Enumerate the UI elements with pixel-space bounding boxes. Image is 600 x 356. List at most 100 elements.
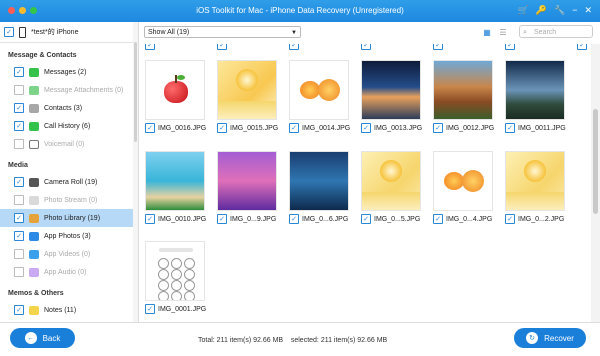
sidebar-item[interactable]: ✓ App Photos (3) bbox=[0, 227, 138, 245]
photo-filename: IMG_0...6.JPG bbox=[302, 215, 349, 223]
sidebar-item-checkbox[interactable]: ✓ bbox=[14, 231, 24, 241]
photo-tile[interactable]: ✓ IMG_0...6.JPG bbox=[289, 151, 349, 224]
sidebar-item-checkbox[interactable]: ✓ bbox=[14, 267, 24, 277]
grid-scroll-thumb[interactable] bbox=[593, 109, 598, 214]
sidebar-item-checkbox[interactable]: ✓ bbox=[14, 213, 24, 223]
device-checkbox[interactable]: ✓ bbox=[4, 27, 14, 37]
sidebar-item-checkbox[interactable]: ✓ bbox=[14, 67, 24, 77]
cart-icon[interactable]: 🛒 bbox=[518, 5, 529, 16]
sidebar-item-label: Notes (11) bbox=[44, 306, 77, 314]
sidebar-item-checkbox[interactable]: ✓ bbox=[14, 305, 24, 315]
sidebar-item-checkbox[interactable]: ✓ bbox=[14, 103, 24, 113]
close-icon[interactable]: ✕ bbox=[584, 5, 592, 16]
photo-thumbnail[interactable] bbox=[433, 151, 493, 211]
photo-filename: IMG_0016.JPG bbox=[158, 124, 207, 132]
photo-checkbox[interactable]: ✓ bbox=[145, 304, 155, 314]
photo-checkbox[interactable]: ✓ bbox=[433, 123, 443, 133]
photo-thumbnail[interactable] bbox=[145, 151, 205, 211]
photo-tile[interactable]: ✓ IMG_0011.JPG bbox=[505, 60, 566, 133]
grid-scrollbar[interactable] bbox=[591, 44, 600, 322]
photo-checkbox[interactable]: ✓ bbox=[361, 123, 371, 133]
photo-tile[interactable]: ✓ IMG_0...2.JPG bbox=[505, 151, 565, 224]
recover-button[interactable]: ↻ Recover bbox=[514, 328, 586, 348]
list-view-icon[interactable]: ☰ bbox=[497, 26, 509, 38]
partial-row-item[interactable]: ✓ bbox=[289, 44, 299, 50]
photo-checkbox[interactable]: ✓ bbox=[361, 44, 371, 50]
photo-checkbox[interactable]: ✓ bbox=[505, 44, 515, 50]
photo-thumbnail[interactable] bbox=[145, 60, 205, 120]
photo-checkbox[interactable]: ✓ bbox=[145, 123, 155, 133]
sidebar-item[interactable]: ✓ Contacts (3) bbox=[0, 99, 138, 117]
sidebar-item[interactable]: ✓ Photo Library (19) bbox=[0, 209, 138, 227]
photo-checkbox[interactable]: ✓ bbox=[145, 44, 155, 50]
filter-dropdown[interactable]: Show All (19) ▼ bbox=[144, 26, 301, 38]
photo-checkbox[interactable]: ✓ bbox=[217, 214, 227, 224]
photo-checkbox[interactable]: ✓ bbox=[505, 214, 515, 224]
recover-icon: ↻ bbox=[526, 332, 539, 344]
sidebar-item-checkbox[interactable]: ✓ bbox=[14, 195, 24, 205]
sidebar-item[interactable]: ✓ App Videos (0) bbox=[0, 245, 138, 263]
photo-tile[interactable]: ✓ IMG_0014.JPG bbox=[289, 60, 350, 133]
sidebar-item[interactable]: ✓ Message Attachments (0) bbox=[0, 81, 138, 99]
photo-tile[interactable]: ✓ IMG_0012.JPG bbox=[433, 60, 494, 133]
wrench-icon[interactable]: 🔧 bbox=[554, 5, 565, 16]
device-row[interactable]: ✓ *test*的 iPhone bbox=[0, 22, 138, 43]
sidebar-item[interactable]: ✓ Call History (6) bbox=[0, 117, 138, 135]
sidebar-item[interactable]: ✓ Camera Roll (19) bbox=[0, 173, 138, 191]
photo-checkbox[interactable]: ✓ bbox=[577, 44, 587, 50]
partial-row-item[interactable]: ✓ bbox=[577, 44, 587, 50]
photo-checkbox[interactable]: ✓ bbox=[145, 214, 155, 224]
photo-checkbox[interactable]: ✓ bbox=[361, 214, 371, 224]
photo-thumbnail[interactable] bbox=[505, 151, 565, 211]
arrow-left-icon: ← bbox=[24, 332, 37, 344]
photo-checkbox[interactable]: ✓ bbox=[505, 123, 515, 133]
photo-tile[interactable]: ✓ IMG_0001.JPG bbox=[145, 241, 207, 314]
photo-thumbnail[interactable] bbox=[217, 60, 277, 120]
photo-thumbnail[interactable] bbox=[289, 60, 349, 120]
photo-tile[interactable]: ✓ IMG_0...4.JPG bbox=[433, 151, 493, 224]
sidebar-item-checkbox[interactable]: ✓ bbox=[14, 139, 24, 149]
sidebar-item-checkbox[interactable]: ✓ bbox=[14, 85, 24, 95]
photo-thumbnail[interactable] bbox=[361, 60, 421, 120]
photo-checkbox[interactable]: ✓ bbox=[217, 123, 227, 133]
photo-tile[interactable]: ✓ IMG_0015.JPG bbox=[217, 60, 278, 133]
photo-tile[interactable]: ✓ IMG_0010.JPG bbox=[145, 151, 206, 224]
photo-checkbox[interactable]: ✓ bbox=[289, 214, 299, 224]
search-input[interactable]: ⌕ Search bbox=[519, 25, 593, 38]
photo-thumbnail[interactable] bbox=[217, 151, 277, 211]
photo-filename: IMG_0001.JPG bbox=[158, 305, 207, 313]
key-icon[interactable]: 🔑 bbox=[536, 5, 547, 16]
sidebar-item-checkbox[interactable]: ✓ bbox=[14, 249, 24, 259]
app-store-icon bbox=[29, 231, 39, 241]
sidebar-item-checkbox[interactable]: ✓ bbox=[14, 121, 24, 131]
partial-row-item[interactable]: ✓ bbox=[433, 44, 443, 50]
photo-checkbox[interactable]: ✓ bbox=[289, 123, 299, 133]
sidebar-item-checkbox[interactable]: ✓ bbox=[14, 177, 24, 187]
partial-row-item[interactable]: ✓ bbox=[217, 44, 227, 50]
photo-checkbox[interactable]: ✓ bbox=[433, 214, 443, 224]
photo-checkbox[interactable]: ✓ bbox=[433, 44, 443, 50]
sidebar-item[interactable]: ✓ Messages (2) bbox=[0, 63, 138, 81]
sidebar-item[interactable]: ✓ Photo Stream (0) bbox=[0, 191, 138, 209]
partial-row-item[interactable]: ✓ bbox=[361, 44, 371, 50]
sidebar-item[interactable]: ✓ Voicemail (0) bbox=[0, 135, 138, 153]
photo-thumbnail[interactable] bbox=[289, 151, 349, 211]
photo-checkbox[interactable]: ✓ bbox=[217, 44, 227, 50]
photo-thumbnail[interactable] bbox=[433, 60, 493, 120]
sidebar-item[interactable]: ✓ App Audio (0) bbox=[0, 263, 138, 281]
photo-thumbnail[interactable] bbox=[361, 151, 421, 211]
back-button[interactable]: ← Back bbox=[10, 328, 75, 348]
photo-tile[interactable]: ✓ IMG_0013.JPG bbox=[361, 60, 422, 133]
photo-tile[interactable]: ✓ IMG_0...9.JPG bbox=[217, 151, 277, 224]
photo-tile[interactable]: ✓ IMG_0016.JPG bbox=[145, 60, 207, 133]
partial-row-item[interactable]: ✓ bbox=[505, 44, 515, 50]
sidebar-item[interactable]: ✓ Notes (11) bbox=[0, 301, 138, 319]
sidebar-scrollbar[interactable] bbox=[133, 22, 138, 322]
photo-thumbnail[interactable] bbox=[145, 241, 205, 301]
photo-thumbnail[interactable] bbox=[505, 60, 565, 120]
partial-row-item[interactable]: ✓ bbox=[145, 44, 155, 50]
photo-checkbox[interactable]: ✓ bbox=[289, 44, 299, 50]
grid-view-icon[interactable]: ▦ bbox=[481, 26, 493, 38]
minimize-icon[interactable]: − bbox=[572, 5, 577, 16]
photo-tile[interactable]: ✓ IMG_0...5.JPG bbox=[361, 151, 421, 224]
